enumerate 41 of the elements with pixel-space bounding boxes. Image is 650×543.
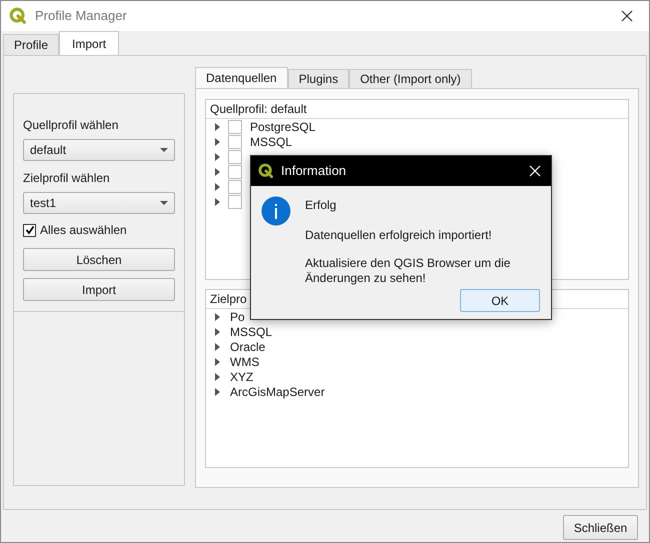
checkbox[interactable] (228, 134, 242, 148)
dialog-heading: Erfolg (305, 197, 338, 214)
checkbox[interactable] (228, 194, 242, 208)
tab[interactable]: Other (Import only) (349, 69, 472, 88)
dialog-title: Information (281, 162, 346, 180)
checkbox[interactable] (23, 224, 36, 236)
tree-item[interactable]: WMS (230, 352, 260, 370)
close-icon[interactable] (621, 10, 633, 22)
tree-item[interactable]: MSSQL (230, 322, 272, 340)
tab[interactable]: Datenquellen (195, 67, 288, 88)
tree-item[interactable]: PostgreSQL (250, 118, 316, 136)
ok-button[interactable]: OK (460, 289, 540, 312)
logo-icon (9, 7, 27, 25)
dialog-detail: Aktualisiere den QGIS Browser um die Änderungen zu sehen! (305, 256, 512, 286)
push-button[interactable]: Import (23, 278, 175, 301)
checkbox-label: Alles auswählen (40, 222, 127, 239)
tree-item[interactable]: Po (230, 308, 245, 326)
tab[interactable]: Plugins (288, 69, 350, 88)
tree-header: Quellprofil: default (206, 100, 628, 119)
checkbox[interactable] (228, 180, 242, 194)
window-title: Profile Manager (35, 7, 127, 26)
tree-item[interactable]: XYZ (230, 368, 254, 386)
checkbox[interactable] (228, 150, 242, 164)
dropdown[interactable]: test1 (23, 192, 175, 214)
push-button[interactable]: Löschen (23, 248, 175, 271)
dropdown-arrow-icon (160, 148, 168, 152)
dropdown[interactable]: default (23, 139, 175, 161)
logo-icon (258, 163, 274, 179)
dialog-message: Datenquellen erfolgreich importiert! (305, 227, 493, 244)
checkbox[interactable] (228, 120, 242, 134)
tab[interactable]: Profile (3, 34, 60, 55)
close-button[interactable]: Schließen (563, 515, 638, 540)
field-label: Quellprofil wählen (23, 117, 120, 134)
dropdown-arrow-icon (160, 201, 168, 205)
tab[interactable]: Import (59, 31, 120, 55)
field-label: Zielprofil wählen (23, 170, 111, 187)
info-icon (261, 196, 291, 226)
tree-item[interactable]: MSSQL (250, 132, 292, 150)
checkbox[interactable] (228, 164, 242, 178)
tree-item[interactable]: ArcGisMapServer (230, 382, 325, 400)
tree-item[interactable]: Oracle (230, 338, 266, 356)
